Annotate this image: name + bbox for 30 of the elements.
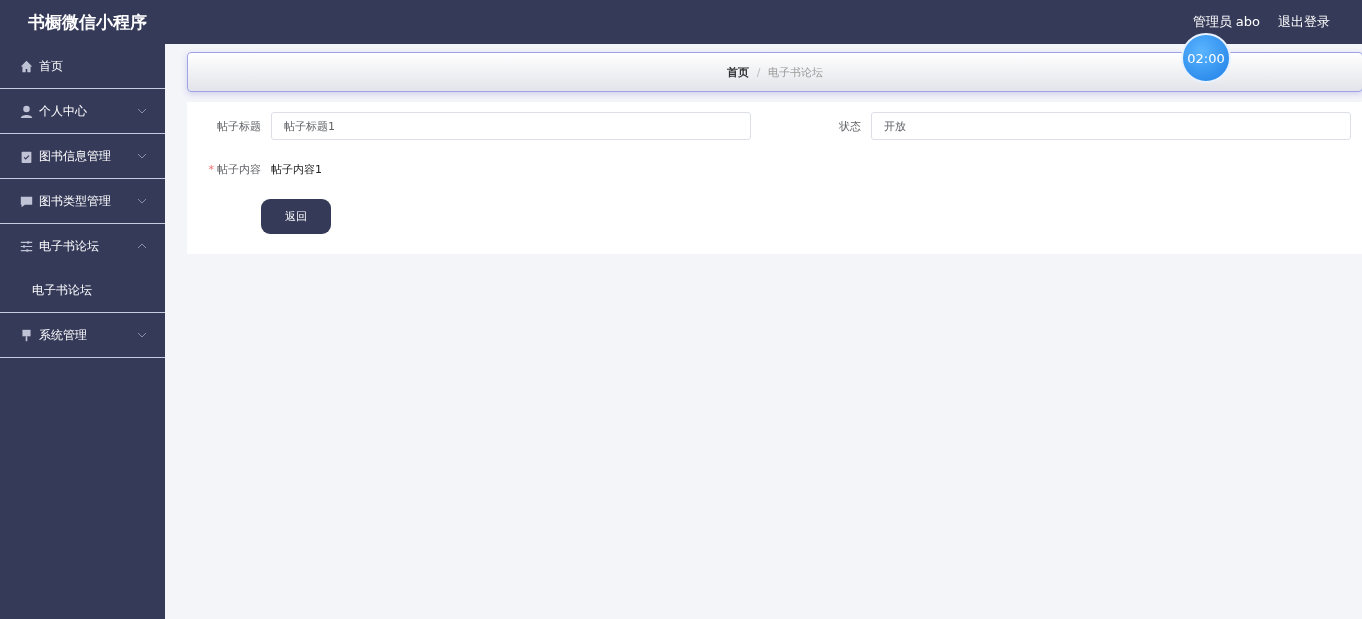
chat-icon — [20, 194, 33, 208]
chevron-icon — [137, 108, 147, 114]
sidebar-item[interactable]: 个人中心 — [0, 89, 165, 134]
app-title: 书橱微信小程序 — [28, 10, 148, 34]
field-label: 帖子标题 — [216, 118, 262, 134]
back-button[interactable]: 返回 — [261, 199, 331, 234]
home-icon — [20, 59, 33, 73]
field-value: 帖子内容1 — [271, 162, 322, 177]
sidebar-item[interactable]: 系统管理 — [0, 313, 165, 358]
logout-link[interactable]: 退出登录 — [1278, 13, 1330, 31]
field-label: 状态 — [838, 118, 862, 134]
chevron-icon — [137, 198, 147, 204]
sidebar-item[interactable]: 图书信息管理 — [0, 134, 165, 179]
user-icon — [20, 104, 33, 118]
chevron-icon — [137, 243, 147, 249]
breadcrumb-separator: / — [756, 65, 761, 79]
user-name: 管理员 abo — [1192, 13, 1260, 31]
chevron-icon — [137, 332, 147, 338]
chevron-icon — [137, 153, 147, 159]
clipboard-icon — [20, 149, 33, 163]
field-label: * 帖子内容 — [207, 162, 262, 177]
pin-icon — [20, 328, 33, 342]
sliders-icon — [20, 239, 33, 253]
breadcrumb-link[interactable]: 首页 — [726, 64, 749, 80]
sidebar-subitem[interactable]: 电子书论坛 — [0, 268, 165, 312]
sidebar-item[interactable]: 电子书论坛 — [0, 224, 165, 268]
sidebar-item[interactable]: 图书类型管理 — [0, 179, 165, 224]
text-input[interactable]: 帖子标题1 — [271, 112, 751, 140]
sidebar-item[interactable]: 首页 — [0, 44, 165, 89]
text-input[interactable]: 开放 — [871, 112, 1351, 140]
